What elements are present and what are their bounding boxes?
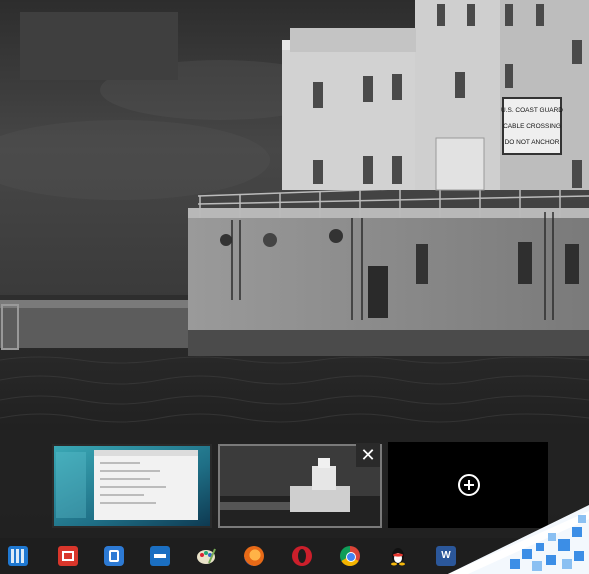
blue-document-icon[interactable] xyxy=(104,546,124,566)
blurred-region xyxy=(20,12,178,80)
opera-icon[interactable] xyxy=(292,546,312,566)
close-desktop-button[interactable]: ✕ xyxy=(356,443,380,467)
qq-penguin-glyph xyxy=(391,548,405,566)
task-view-icon[interactable] xyxy=(8,546,28,566)
chrome-icon[interactable] xyxy=(340,546,360,566)
sign-line-2: CABLE CROSSING xyxy=(503,123,561,130)
corner-watermark-logo xyxy=(448,505,589,574)
paint-icon-glyph xyxy=(197,548,216,564)
qq-penguin-icon[interactable] xyxy=(388,546,408,566)
sign-line-3: DO NOT ANCHOR xyxy=(505,139,560,146)
arrow-app-icon[interactable] xyxy=(150,546,170,566)
desktop-1-thumbnail[interactable] xyxy=(52,444,212,528)
paint-icon[interactable] xyxy=(196,546,216,566)
red-app-icon[interactable] xyxy=(58,546,78,566)
desktop-1-preview xyxy=(54,446,210,526)
firefox-icon[interactable] xyxy=(244,546,264,566)
sign-line-1: U.S. COAST GUARD xyxy=(501,107,563,114)
plus-circle-icon[interactable] xyxy=(458,474,480,496)
